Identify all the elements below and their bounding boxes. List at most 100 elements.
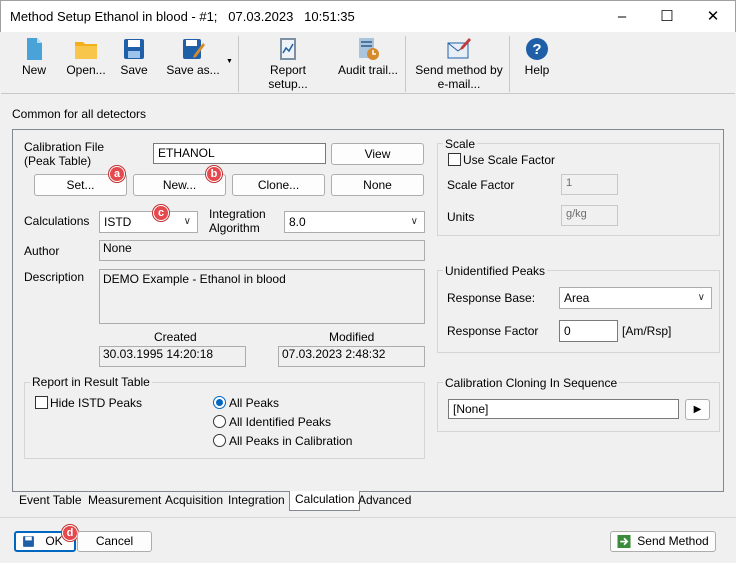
floppy-disk-icon [124, 39, 144, 59]
send-method-label-line2: e-mail... [437, 77, 481, 91]
all-peaks-label: All Peaks [229, 396, 280, 410]
toolbar-separator [238, 36, 239, 92]
report-setup-label: Report setup... [268, 63, 308, 91]
report-group-title: Report in Result Table [30, 375, 152, 389]
send-method-footer-label: Send Method [637, 534, 709, 548]
audit-trail-icon [359, 38, 379, 60]
chevron-down-icon: ∨ [697, 292, 705, 303]
annotation-badge-c: c [153, 205, 169, 221]
description-label: Description [24, 270, 85, 284]
cloning-group-title: Calibration Cloning In Sequence [443, 376, 620, 390]
dropdown-arrow-icon[interactable]: ▼ [226, 58, 233, 65]
section-title: Common for all detectors [12, 107, 147, 121]
author-label: Author [24, 244, 60, 258]
view-button[interactable]: View [331, 143, 424, 165]
tab-integration[interactable]: Integration [223, 492, 290, 510]
folder-icon [75, 42, 97, 59]
scale-factor-field[interactable]: 1 [561, 174, 618, 195]
scale-factor-label: Scale Factor [447, 178, 515, 192]
hide-istd-checkbox[interactable] [35, 396, 48, 409]
save-as-label: Save as... [166, 63, 220, 77]
annotation-badge-a: a [109, 166, 125, 182]
calibration-file-label-line1: Calibration File [24, 140, 105, 154]
help-icon: ? [526, 38, 548, 60]
calculations-select[interactable]: ISTD ∨ [99, 211, 198, 233]
all-peaks-radio[interactable] [213, 396, 226, 409]
modified-field: 07.03.2023 2:48:32 [278, 346, 425, 367]
use-scale-factor-checkbox[interactable] [448, 153, 461, 166]
description-field: DEMO Example - Ethanol in blood [99, 269, 425, 324]
new-file-icon [27, 38, 42, 60]
window-title: Method Setup Ethanol in blood - #1; 07.0… [10, 9, 355, 24]
hide-istd-label: Hide ISTD Peaks [50, 396, 143, 410]
toolbar: New Open... Save Save as... ▼ Report set… [1, 32, 735, 94]
calibration-file-label: Calibration File (Peak Table) [24, 140, 104, 168]
calibration-file-field[interactable]: ETHANOL [153, 143, 326, 164]
all-in-calibration-label: All Peaks in Calibration [229, 434, 353, 448]
new-button[interactable]: New [11, 32, 57, 94]
help-label: Help [524, 63, 550, 77]
unidentified-peaks-title: Unidentified Peaks [443, 264, 548, 278]
save-as-icon [183, 39, 205, 59]
play-arrow-icon: ▶ [693, 404, 702, 415]
audit-trail-label: Audit trail... [337, 63, 399, 77]
chevron-down-icon: ∨ [183, 216, 191, 227]
tab-measurement[interactable]: Measurement [83, 492, 166, 510]
cancel-button[interactable]: Cancel [77, 531, 152, 552]
maximize-button[interactable]: ☐ [644, 1, 690, 32]
minimize-button[interactable]: – [599, 1, 645, 32]
response-factor-field[interactable]: 0 [559, 320, 618, 342]
save-as-button[interactable]: Save as... [163, 32, 223, 94]
tab-calculation[interactable]: Calculation [289, 491, 361, 511]
author-field: None [99, 240, 425, 261]
save-button[interactable]: Save [111, 32, 157, 94]
footer-divider [0, 517, 736, 518]
svg-text:?: ? [532, 41, 541, 58]
help-button[interactable]: ? Help [516, 32, 558, 94]
response-factor-unit: [Am/Rsp] [622, 324, 672, 338]
all-identified-label: All Identified Peaks [229, 415, 332, 429]
clone-button[interactable]: Clone... [232, 174, 325, 196]
tab-acquisition[interactable]: Acquisition [160, 492, 228, 510]
title-bar: Method Setup Ethanol in blood - #1; 07.0… [0, 0, 736, 32]
modified-label: Modified [329, 330, 375, 344]
response-factor-label: Response Factor [447, 324, 539, 338]
cloning-field[interactable]: [None] [448, 399, 679, 419]
report-setup-button[interactable]: Report setup... [249, 32, 327, 94]
annotation-badge-b: b [206, 166, 222, 182]
all-identified-radio[interactable] [213, 415, 226, 428]
ok-label: OK [45, 534, 63, 548]
new-label: New [21, 63, 46, 77]
open-button[interactable]: Open... [63, 32, 109, 94]
annotation-badge-d: d [62, 525, 78, 541]
toolbar-separator [405, 36, 406, 92]
tab-advanced[interactable]: Advanced [353, 492, 416, 510]
close-button[interactable]: ✕ [690, 1, 736, 32]
audit-trail-button[interactable]: Audit trail... [335, 32, 401, 94]
chevron-down-icon: ∨ [410, 216, 418, 227]
send-method-label: Send method by e-mail... [413, 63, 505, 91]
integration-label-line2: Algorithm [209, 221, 260, 235]
report-icon [280, 38, 296, 60]
calculations-label: Calculations [24, 214, 90, 228]
toolbar-separator [509, 36, 510, 92]
save-label: Save [120, 63, 148, 77]
integration-label-line1: Integration [209, 207, 266, 221]
integration-algorithm-value: 8.0 [289, 215, 306, 229]
cloning-arrow-button[interactable]: ▶ [685, 399, 710, 420]
calculations-value: ISTD [104, 215, 132, 229]
send-method-label-line1: Send method by [415, 63, 503, 77]
all-in-calibration-radio[interactable] [213, 434, 226, 447]
units-field[interactable]: g/kg [561, 205, 618, 226]
floppy-disk-icon [23, 536, 34, 547]
tab-event-table[interactable]: Event Table [14, 492, 87, 510]
calibration-file-label-line2: (Peak Table) [24, 154, 92, 168]
send-method-button[interactable]: Send Method [610, 531, 716, 552]
units-label: Units [447, 210, 475, 224]
none-button[interactable]: None [331, 174, 424, 196]
send-method-email-button[interactable]: Send method by e-mail... [413, 32, 505, 94]
response-base-select[interactable]: Area ∨ [559, 287, 712, 309]
created-label: Created [154, 330, 197, 344]
integration-algorithm-select[interactable]: 8.0 ∨ [284, 211, 425, 233]
integration-algorithm-label: Integration Algorithm [209, 207, 266, 235]
